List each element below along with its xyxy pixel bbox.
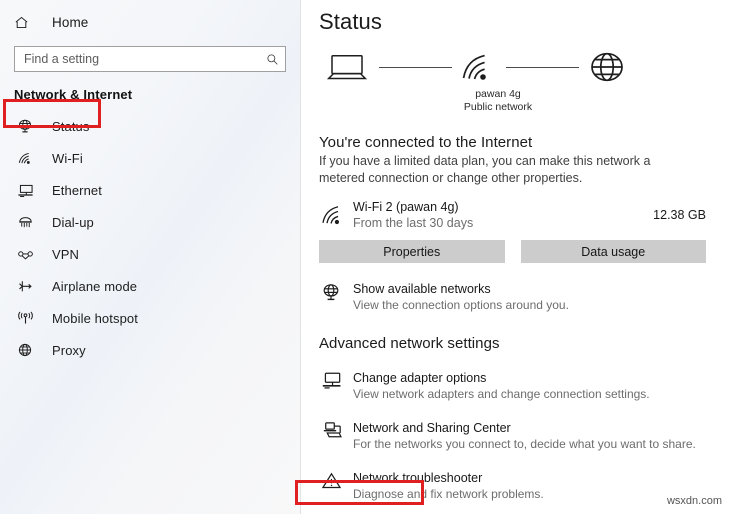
globe-status-icon xyxy=(14,118,36,134)
adapter-text: Wi-Fi 2 (pawan 4g) From the last 30 days xyxy=(353,199,653,231)
sidebar-section-title: Network & Internet xyxy=(14,87,133,102)
sidebar-nav-list: Status Wi-Fi Ethernet Dial-up VPN Airpla… xyxy=(0,110,300,366)
wifi-icon xyxy=(319,204,353,226)
adapter-subtitle: From the last 30 days xyxy=(353,216,474,230)
entry-description: View the connection options around you. xyxy=(353,298,569,312)
sidebar-home-label: Home xyxy=(52,14,89,30)
sidebar-item-mobile-hotspot[interactable]: Mobile hotspot xyxy=(0,302,300,334)
sidebar-item-label: Mobile hotspot xyxy=(52,310,138,326)
sharing-center-icon xyxy=(319,420,353,440)
sidebar-item-label: VPN xyxy=(52,246,80,262)
topology-link-left xyxy=(379,66,452,68)
laptop-icon xyxy=(324,52,370,82)
wifi-icon xyxy=(461,52,497,82)
entry-body: Network and Sharing Center For the netwo… xyxy=(353,420,730,452)
mobile-hotspot-icon xyxy=(14,311,36,326)
warning-triangle-icon xyxy=(319,470,353,490)
entry-body: Show available networks View the connect… xyxy=(353,281,730,313)
network-name: pawan 4g xyxy=(475,88,521,100)
main-content: Status pawan 4g Public network You're co… xyxy=(295,0,730,514)
entry-description: View network adapters and change connect… xyxy=(353,387,650,401)
sidebar-item-proxy[interactable]: Proxy xyxy=(0,334,300,366)
airplane-icon xyxy=(14,279,36,294)
sidebar-item-label: Dial-up xyxy=(52,214,94,230)
connection-description: If you have a limited data plan, you can… xyxy=(319,154,651,185)
sidebar-item-label: Ethernet xyxy=(52,182,102,198)
adapter-summary-row: Wi-Fi 2 (pawan 4g) From the last 30 days… xyxy=(319,199,730,231)
globe-icon xyxy=(588,50,626,84)
sidebar-item-home[interactable]: Home xyxy=(0,7,300,37)
settings-window: Home Network & Internet xyxy=(0,0,730,514)
entry-title: Network and Sharing Center xyxy=(353,421,511,435)
adapter-action-buttons: Properties Data usage xyxy=(319,240,730,263)
sidebar-item-airplane-mode[interactable]: Airplane mode xyxy=(0,270,300,302)
home-icon xyxy=(14,15,38,30)
sidebar-item-ethernet[interactable]: Ethernet xyxy=(0,174,300,206)
entry-title: Change adapter options xyxy=(353,371,487,385)
sidebar-item-label: Proxy xyxy=(52,342,86,358)
wifi-icon xyxy=(14,151,36,166)
search-icon[interactable] xyxy=(266,53,279,66)
dialup-icon xyxy=(14,215,36,230)
monitor-adapter-icon xyxy=(319,370,353,390)
network-topology-diagram: pawan 4g Public network xyxy=(319,44,730,132)
show-available-networks-entry[interactable]: Show available networks View the connect… xyxy=(319,281,730,313)
change-adapter-options-entry[interactable]: Change adapter options View network adap… xyxy=(319,370,730,402)
sidebar-item-vpn[interactable]: VPN xyxy=(0,238,300,270)
entry-description: For the networks you connect to, decide … xyxy=(353,437,696,451)
sidebar-item-status[interactable]: Status xyxy=(0,110,300,142)
sidebar-item-label: Airplane mode xyxy=(52,278,138,294)
page-title: Status xyxy=(319,9,382,34)
ethernet-icon xyxy=(14,183,36,198)
sidebar-item-wifi[interactable]: Wi-Fi xyxy=(0,142,300,174)
network-type: Public network xyxy=(463,101,533,113)
globe-networks-icon xyxy=(319,281,353,302)
sidebar-item-label: Status xyxy=(52,118,90,134)
proxy-globe-icon xyxy=(14,342,36,358)
search-box[interactable] xyxy=(14,46,286,72)
properties-button[interactable]: Properties xyxy=(319,240,505,263)
vpn-icon xyxy=(14,247,36,262)
connection-headline: You're connected to the Internet xyxy=(319,134,533,151)
entry-title: Show available networks xyxy=(353,282,491,296)
network-sharing-center-entry[interactable]: Network and Sharing Center For the netwo… xyxy=(319,420,730,452)
sidebar-item-label: Wi-Fi xyxy=(52,150,83,166)
adapter-name: Wi-Fi 2 (pawan 4g) xyxy=(353,200,459,214)
entry-body: Change adapter options View network adap… xyxy=(353,370,730,402)
search-input[interactable] xyxy=(24,47,266,71)
advanced-settings-heading: Advanced network settings xyxy=(319,335,500,352)
adapter-data-usage: 12.38 GB xyxy=(653,208,706,222)
sidebar: Home Network & Internet xyxy=(0,0,301,514)
sidebar-item-dialup[interactable]: Dial-up xyxy=(0,206,300,238)
watermark: wsxdn.com xyxy=(666,495,722,507)
topology-caption: pawan 4g Public network xyxy=(403,88,593,114)
topology-link-right xyxy=(506,66,579,68)
entry-title: Network troubleshooter xyxy=(353,471,483,485)
data-usage-button[interactable]: Data usage xyxy=(520,240,706,263)
